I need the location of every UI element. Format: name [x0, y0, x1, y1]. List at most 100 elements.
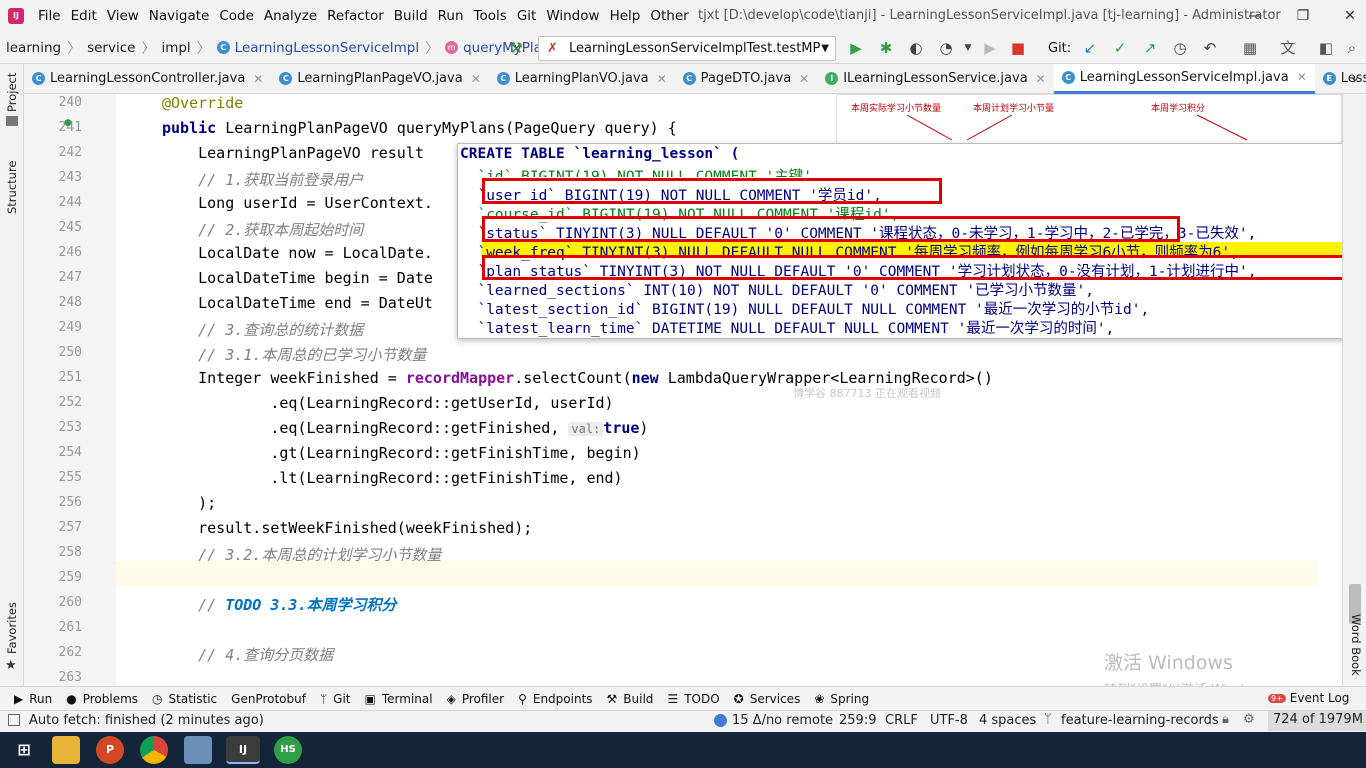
layout-icon[interactable]: ◧	[1316, 38, 1336, 58]
minimize-button[interactable]: —	[1243, 4, 1267, 28]
status-message[interactable]: Auto fetch: finished (2 minutes ago)	[29, 713, 264, 728]
breadcrumb-learning[interactable]: learning	[6, 40, 61, 56]
tool-spring[interactable]: ❀ Spring	[814, 692, 869, 706]
windows-start-icon[interactable]: ⊞	[10, 736, 38, 764]
rollback-icon[interactable]: ↶	[1200, 38, 1220, 58]
favorites-tool-button[interactable]: Favorites	[5, 602, 19, 654]
tab-pagedto[interactable]: C PageDTO.java ✕	[675, 64, 818, 94]
git-branch[interactable]: feature-learning-records	[1061, 713, 1219, 728]
close-window-button[interactable]: ✕	[1338, 4, 1362, 28]
git-update-icon[interactable]: ↙	[1080, 38, 1100, 58]
tool-profiler[interactable]: ◈ Profiler	[447, 692, 504, 706]
tab-ilearninglessonservice[interactable]: I ILearningLessonService.java ✕	[817, 64, 1054, 94]
test-config-icon: ✗	[547, 41, 558, 56]
coverage-icon[interactable]: ◐	[906, 38, 926, 58]
close-tab-icon[interactable]: ✕	[253, 72, 263, 86]
powerpoint-icon[interactable]: P	[96, 736, 124, 764]
menu-analyze[interactable]: Analyze	[264, 8, 317, 24]
tab-learninglessonserviceimpl[interactable]: C LearningLessonServiceImpl.java ✕	[1053, 63, 1315, 94]
close-tab-icon[interactable]: ✕	[1036, 72, 1046, 86]
settings-icon[interactable]: ⚙	[1243, 712, 1255, 727]
menu-window[interactable]: Window	[546, 8, 599, 24]
menu-git[interactable]: Git	[517, 8, 537, 24]
tool-todo[interactable]: ☰ TODO	[667, 692, 719, 706]
menu-tools[interactable]: Tools	[474, 8, 507, 24]
left-tool-strip: Project Structure Favorites ★	[0, 64, 24, 686]
tool-statistic[interactable]: ◷ Statistic	[152, 692, 217, 706]
menu-build[interactable]: Build	[394, 8, 428, 24]
code-token: result.setWeekFinished(weekFinished);	[162, 519, 533, 537]
search-icon[interactable]: ⌕	[1342, 38, 1362, 58]
tab-label: LearningLessonController.java	[50, 71, 246, 86]
chevron-down-icon[interactable]: ▼	[958, 38, 978, 58]
line-number: 240	[58, 95, 82, 110]
event-log-button[interactable]: 9+ Event Log	[1268, 691, 1349, 705]
git-changes-status[interactable]: 15 Δ/no remote	[732, 713, 833, 728]
breadcrumb-service[interactable]: service	[87, 40, 135, 56]
menu-view[interactable]: View	[107, 8, 139, 24]
run-configuration-select[interactable]: ✗ LearningLessonServiceImplTest.testMP ▼	[538, 36, 836, 61]
memory-indicator[interactable]: 724 of 1979M	[1268, 711, 1366, 731]
close-tab-icon[interactable]: ✕	[799, 72, 809, 86]
annotation: @Override	[162, 94, 244, 112]
endpoints-icon: ⚲	[518, 691, 527, 706]
menu-file[interactable]: File	[38, 8, 61, 24]
tool-label: Spring	[830, 691, 870, 706]
tool-run[interactable]: ▶ Run	[14, 692, 52, 706]
git-push-icon[interactable]: ↗	[1140, 38, 1160, 58]
chrome-icon[interactable]	[140, 736, 168, 764]
tab-learninglessoncontroller[interactable]: C LearningLessonController.java ✕	[24, 64, 271, 94]
file-encoding[interactable]: UTF-8	[930, 713, 968, 728]
services-icon: ✪	[733, 691, 744, 706]
close-tab-icon[interactable]: ✕	[1297, 70, 1307, 84]
menu-refactor[interactable]: Refactor	[327, 8, 384, 24]
menu-edit[interactable]: Edit	[71, 8, 97, 24]
keyword: public	[162, 119, 217, 137]
menu-navigate[interactable]: Navigate	[149, 8, 210, 24]
project-structure-icon[interactable]: ▦	[1240, 38, 1260, 58]
menu-help[interactable]: Help	[610, 8, 641, 24]
status-panel-icon[interactable]	[8, 714, 20, 726]
breadcrumb-impl[interactable]: impl	[161, 40, 190, 56]
run-disabled-icon[interactable]: ▶	[980, 38, 1000, 58]
hammer-build-icon[interactable]: ⚒	[506, 38, 526, 58]
spring-icon: ❀	[814, 691, 825, 706]
run-icon[interactable]: ▶	[846, 38, 866, 58]
breadcrumb-class[interactable]: LearningLessonServiceImpl	[235, 40, 419, 56]
git-commit-icon[interactable]: ✓	[1110, 38, 1130, 58]
tool-genprotobuf[interactable]: GenProtobuf	[231, 692, 306, 706]
lock-icon[interactable]: 🔒︎	[1222, 712, 1229, 727]
tool-terminal[interactable]: ▣ Terminal	[365, 692, 433, 706]
tool-services[interactable]: ✪ Services	[734, 692, 801, 706]
caret-position[interactable]: 259:9	[839, 713, 876, 728]
history-icon[interactable]: ◷	[1170, 38, 1190, 58]
maximize-button[interactable]: ❐	[1291, 4, 1315, 28]
hs-app-icon[interactable]: HS	[274, 736, 302, 764]
tab-list-chevron-icon[interactable]: ⌄	[1350, 70, 1360, 84]
line-separator[interactable]: CRLF	[885, 713, 918, 728]
debug-icon[interactable]: ✱	[876, 38, 896, 58]
tool-endpoints[interactable]: ⚲ Endpoints	[518, 692, 592, 706]
close-tab-icon[interactable]: ✕	[471, 72, 481, 86]
comment: // 2.获取本周起始时间	[162, 221, 364, 239]
override-gutter-icon[interactable]: ●	[64, 118, 72, 128]
structure-tool-button[interactable]: Structure	[5, 161, 19, 215]
tab-learningplanpagevo[interactable]: C LearningPlanPageVO.java ✕	[271, 64, 488, 94]
file-explorer-icon[interactable]	[52, 736, 80, 764]
menu-other[interactable]: Other	[650, 8, 688, 24]
translate-icon[interactable]: 文	[1278, 38, 1298, 58]
indent-setting[interactable]: 4 spaces	[979, 713, 1036, 728]
intellij-taskbar-icon[interactable]: IJ	[226, 736, 260, 764]
stop-icon[interactable]: ■	[1008, 38, 1028, 58]
close-tab-icon[interactable]: ✕	[657, 72, 667, 86]
tab-learningplanvo[interactable]: C LearningPlanVO.java ✕	[489, 64, 675, 94]
tool-build[interactable]: ⚒ Build	[607, 692, 654, 706]
profile-icon[interactable]: ◔	[936, 38, 956, 58]
snipping-tool-icon[interactable]	[184, 736, 212, 764]
word-book-tool-button[interactable]: Word Book	[1349, 614, 1363, 676]
tool-git[interactable]: ᛘ Git	[320, 692, 351, 706]
menu-code[interactable]: Code	[219, 8, 254, 24]
project-tool-button[interactable]: Project	[5, 73, 19, 112]
menu-run[interactable]: Run	[438, 8, 464, 24]
tool-problems[interactable]: ● Problems	[66, 692, 138, 706]
